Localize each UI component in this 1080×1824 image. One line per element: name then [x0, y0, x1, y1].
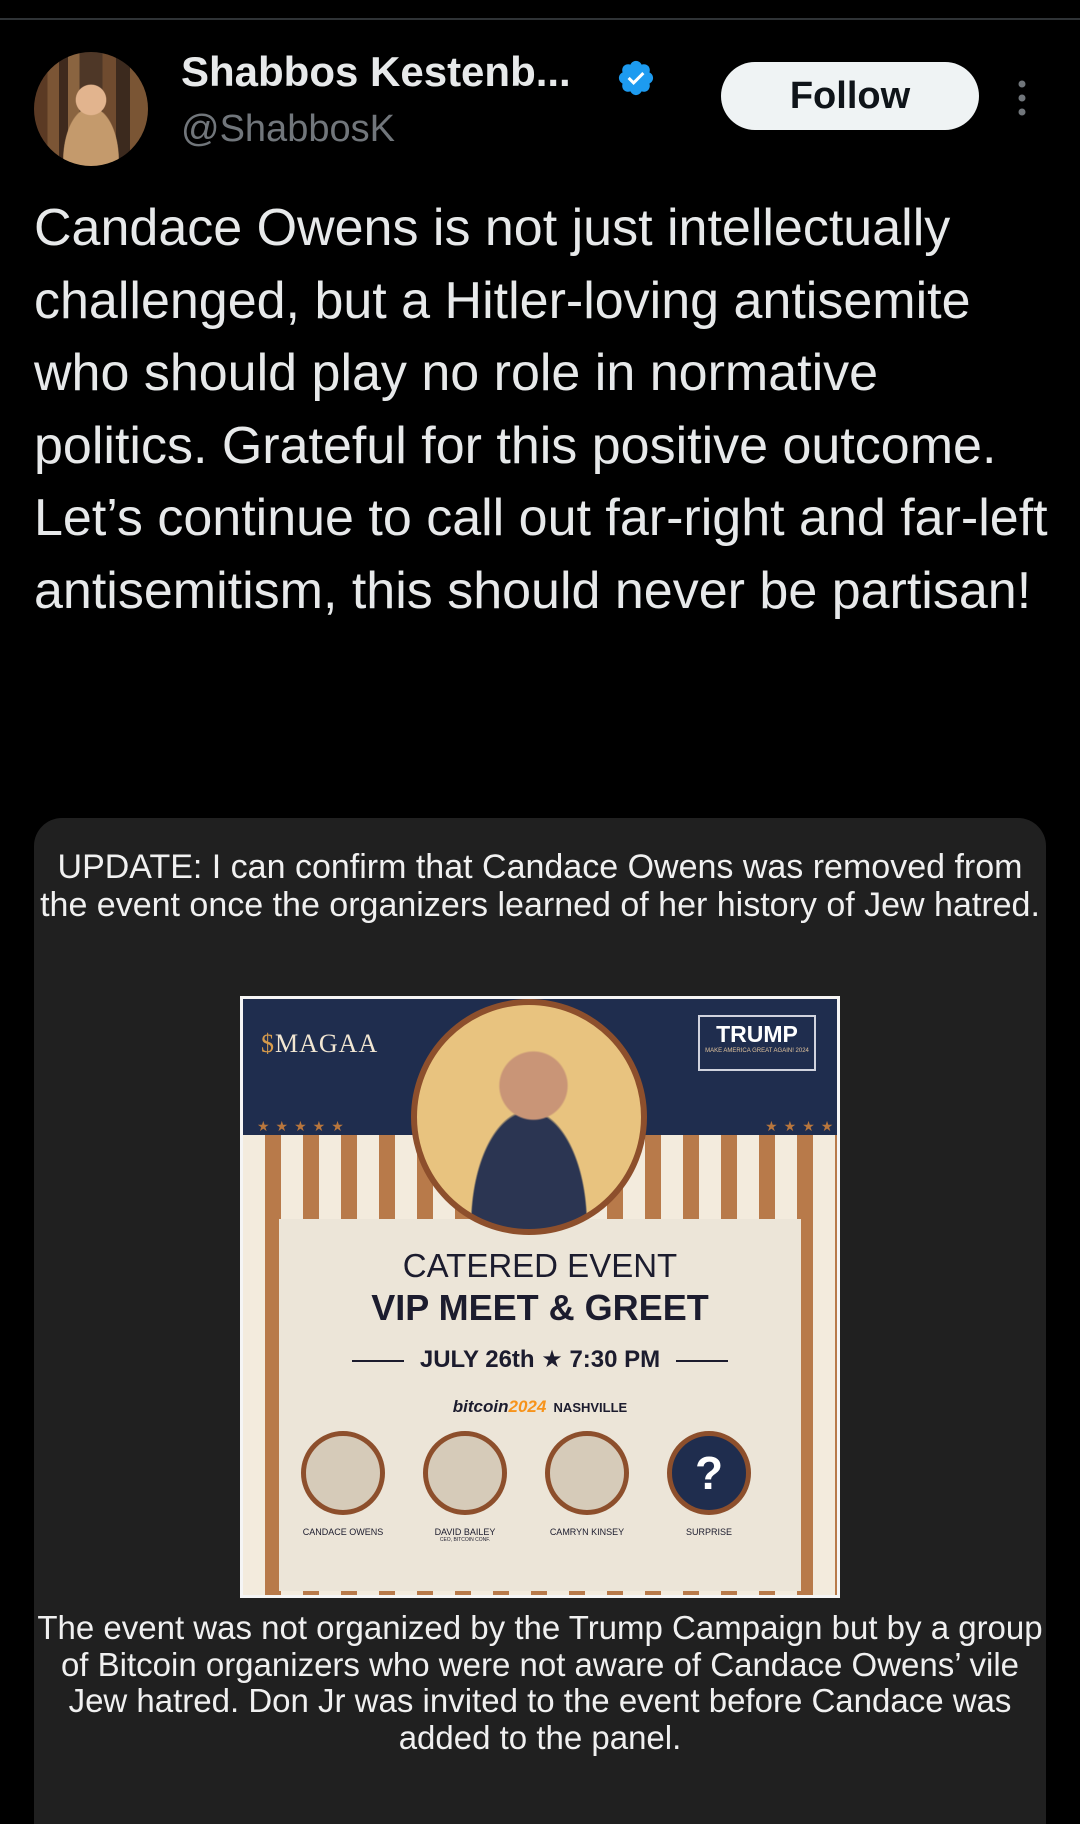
speaker-camryn-kinsey: CAMRYN KINSEY [527, 1431, 647, 1537]
speaker-david-bailey: DAVID BAILEY CEO, BITCOIN CONF. [405, 1431, 525, 1543]
speaker-candace-owens: CANDACE OWENS [283, 1431, 403, 1537]
speaker-photo [301, 1431, 385, 1515]
poster-date: JULY 26th ★ 7:30 PM [243, 1345, 837, 1374]
poster-headline-1: CATERED EVENT [402, 1247, 678, 1284]
speaker-photo [423, 1431, 507, 1515]
avatar[interactable] [34, 52, 148, 166]
magaa-logo: $MAGAA [261, 1029, 379, 1058]
tweet-media-card[interactable]: UPDATE: I can confirm that Candace Owens… [34, 818, 1046, 1824]
bitcoin-logo: bitcoin2024 [452, 1397, 547, 1416]
user-handle[interactable]: @ShabbosK [181, 108, 395, 151]
event-poster-image: ★★★★★ ★★★★★ $MAGAA TRUMPMAKE AMERICA GRE… [240, 996, 840, 1598]
poster-headline-2: VIP MEET & GREET [371, 1287, 709, 1328]
surprise-question-mark: ? [667, 1431, 751, 1515]
speaker-surprise: ? SURPRISE [649, 1431, 769, 1537]
display-name[interactable]: Shabbos Kestenb... [181, 48, 571, 96]
more-options-icon[interactable] [1016, 78, 1028, 118]
top-divider [0, 18, 1080, 20]
poster-venue: bitcoin2024 NASHVILLE [452, 1397, 628, 1416]
speaker-photo [545, 1431, 629, 1515]
tweet-text: Candace Owens is not just intellectually… [34, 199, 1048, 620]
bottom-caption: The event was not organized by the Trump… [37, 1609, 1043, 1756]
verified-badge-icon [618, 60, 654, 96]
trump-logo: TRUMP MAKE AMERICA GREAT AGAIN! 2024 [698, 1015, 816, 1071]
speaker-list: CANDACE OWENS DAVID BAILEY CEO, BITCOIN … [243, 1431, 837, 1591]
update-caption: UPDATE: I can confirm that Candace Owens… [40, 848, 1040, 924]
featured-guest-portrait [411, 999, 647, 1235]
follow-button[interactable]: Follow [721, 62, 979, 130]
